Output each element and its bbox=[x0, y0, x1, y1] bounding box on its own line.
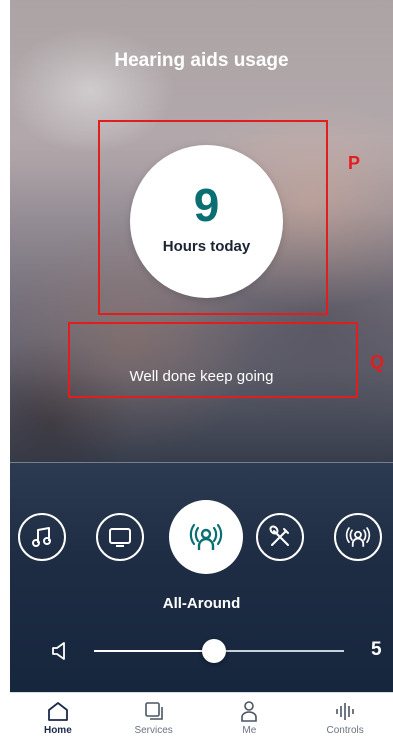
volume-slider-thumb[interactable] bbox=[202, 639, 226, 663]
program-speech-button[interactable] bbox=[334, 513, 382, 561]
program-restaurant-button[interactable] bbox=[256, 513, 304, 561]
volume-icon bbox=[52, 642, 65, 660]
program-selector bbox=[10, 500, 393, 574]
volume-value: 5 bbox=[371, 639, 382, 660]
tab-home[interactable]: Home bbox=[10, 693, 106, 742]
tab-label: Home bbox=[43, 725, 72, 736]
volume-slider-fill bbox=[94, 650, 214, 652]
program-tv-button[interactable] bbox=[96, 513, 144, 561]
all-around-icon bbox=[189, 523, 223, 550]
bottom-tab-bar: Home Services Me Controls bbox=[10, 692, 393, 742]
annotation-box-p bbox=[98, 120, 328, 315]
tv-icon bbox=[109, 528, 131, 547]
home-icon bbox=[47, 702, 68, 721]
app-screen: Hearing aids usage 9 Hours today Well do… bbox=[10, 0, 393, 742]
tab-label: Controls bbox=[326, 725, 364, 736]
program-all-around-button[interactable] bbox=[169, 500, 243, 574]
services-icon bbox=[144, 702, 163, 720]
tab-label: Me bbox=[242, 725, 257, 736]
selected-program-label: All-Around bbox=[162, 595, 241, 612]
annotation-label-p: P bbox=[348, 153, 361, 173]
person-icon bbox=[241, 701, 258, 722]
panel-divider bbox=[10, 462, 393, 463]
tab-me[interactable]: Me bbox=[202, 693, 298, 742]
tab-label: Services bbox=[134, 725, 173, 736]
fork-knife-icon bbox=[269, 525, 289, 546]
page-title: Hearing aids usage bbox=[114, 50, 289, 71]
annotation-box-q bbox=[68, 322, 358, 398]
tab-controls[interactable]: Controls bbox=[297, 693, 393, 742]
annotation-label-q: Q bbox=[370, 352, 385, 372]
speech-focus-icon bbox=[345, 527, 371, 547]
program-music-button[interactable] bbox=[18, 513, 66, 561]
controls-icon bbox=[336, 703, 354, 720]
music-note-icon bbox=[32, 527, 51, 547]
control-panel: All-Around 5 bbox=[10, 462, 393, 692]
tab-services[interactable]: Services bbox=[106, 693, 202, 742]
